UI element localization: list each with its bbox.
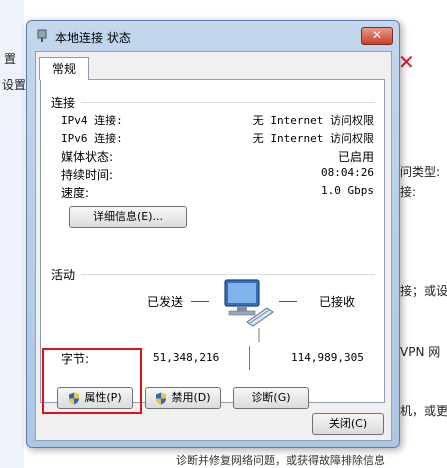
diagnose-button[interactable]: 诊断(G) <box>233 387 309 409</box>
sent-label: 已发送 <box>147 295 184 309</box>
close-window-button[interactable]: ✕ <box>361 27 393 45</box>
background-window-left <box>0 0 24 468</box>
uac-shield-icon <box>156 392 167 404</box>
network-adapter-icon <box>37 29 47 42</box>
background-text: 接: <box>400 185 417 199</box>
network-activity-icon <box>224 279 274 342</box>
highlight-box <box>42 348 142 414</box>
ipv4-value: 无 Internet 访问权限 <box>252 114 374 127</box>
background-text: VPN 网 <box>400 345 441 359</box>
tab-general[interactable]: 常规 <box>39 57 89 80</box>
background-text: 机，或更 <box>400 404 447 418</box>
media-status-label: 媒体状态: <box>61 150 114 164</box>
ipv4-label: IPv4 连接: <box>61 114 123 127</box>
disconnected-x-icon: ✕ <box>398 50 415 74</box>
ipv6-label: IPv6 连接: <box>61 132 123 145</box>
media-status-value: 已启用 <box>337 150 374 164</box>
close-button[interactable]: 关闭(C) <box>312 413 384 435</box>
background-text: 接；或设 <box>400 284 447 298</box>
bytes-divider <box>249 346 250 370</box>
received-dash <box>279 301 297 302</box>
connection-section-title: 连接 <box>51 96 76 110</box>
window-title: 本地连接 状态 <box>55 31 131 45</box>
disable-button[interactable]: 禁用(D) <box>145 387 221 409</box>
sent-dash <box>191 301 209 302</box>
background-text: 设置 <box>2 78 27 92</box>
speed-label: 速度: <box>61 186 90 200</box>
section-divider <box>81 274 375 275</box>
bytes-sent-value: 51,348,216 <box>153 351 220 364</box>
background-text: 诊断并修复网络问题，或获得故障排除信息 <box>176 454 385 467</box>
duration-value: 08:04:26 <box>321 166 374 179</box>
activity-section-title: 活动 <box>51 268 76 282</box>
disable-button-label: 禁用(D) <box>171 391 211 404</box>
bytes-received-value: 114,989,305 <box>291 351 364 364</box>
received-label: 已接收 <box>319 295 356 309</box>
duration-label: 持续时间: <box>61 168 114 182</box>
details-button[interactable]: 详细信息(E)... <box>69 206 187 228</box>
ipv6-value: 无 Internet 访问权限 <box>252 132 374 145</box>
background-text: 置 <box>4 52 17 66</box>
background-text: 问类型: <box>400 165 441 179</box>
speed-value: 1.0 Gbps <box>321 184 374 197</box>
title-bar[interactable]: 本地连接 状态 ✕ <box>27 21 399 51</box>
section-divider <box>81 102 375 103</box>
